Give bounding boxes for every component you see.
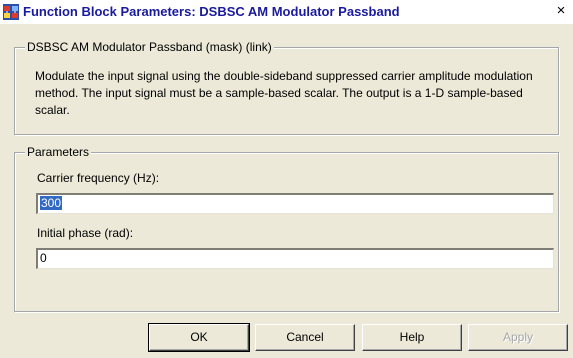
initial-phase-input[interactable]: 0 bbox=[36, 248, 554, 269]
help-button[interactable]: Help bbox=[362, 324, 462, 351]
block-group-title: DSBSC AM Modulator Passband (mask) (link… bbox=[25, 40, 274, 54]
block-description: Modulate the input signal using the doub… bbox=[35, 69, 533, 117]
title-bar[interactable]: Function Block Parameters: DSBSC AM Modu… bbox=[0, 0, 573, 24]
carrier-frequency-input[interactable]: 300 bbox=[36, 193, 554, 214]
simulink-block-icon bbox=[3, 4, 19, 20]
block-description-group: DSBSC AM Modulator Passband (mask) (link… bbox=[14, 40, 559, 135]
parameters-group-title: Parameters bbox=[25, 145, 92, 159]
initial-phase-value: 0 bbox=[40, 251, 47, 265]
apply-button[interactable]: Apply bbox=[468, 324, 568, 351]
close-icon[interactable]: × bbox=[553, 3, 569, 19]
cancel-button[interactable]: Cancel bbox=[255, 324, 355, 351]
carrier-frequency-value: 300 bbox=[40, 196, 63, 210]
window-title: Function Block Parameters: DSBSC AM Modu… bbox=[23, 4, 400, 19]
ok-button[interactable]: OK bbox=[148, 323, 250, 352]
carrier-frequency-label: Carrier frequency (Hz): bbox=[37, 171, 160, 185]
initial-phase-label: Initial phase (rad): bbox=[37, 226, 134, 240]
